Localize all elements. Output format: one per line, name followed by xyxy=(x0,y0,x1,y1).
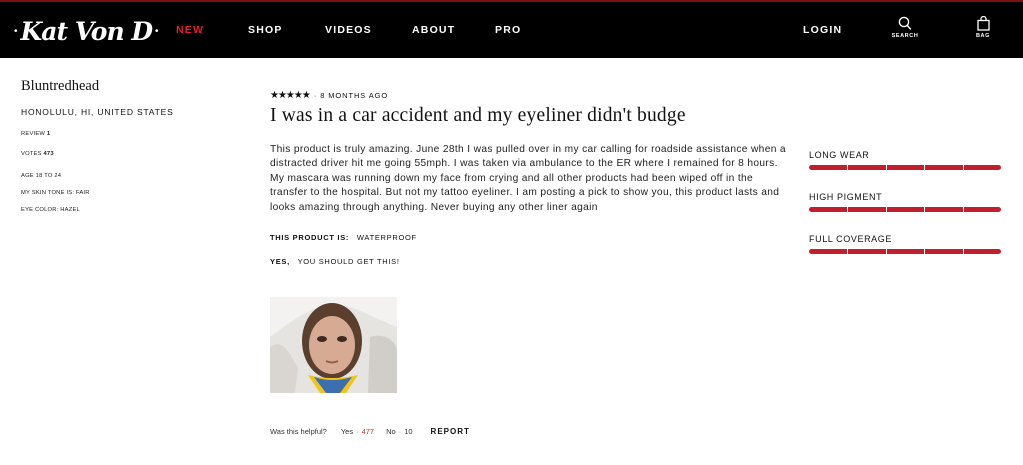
reviewer-skin-tone: MY SKIN TONE IS: FAIR xyxy=(21,190,90,196)
votes-count-value: 473 xyxy=(43,151,54,157)
nav-shop[interactable]: SHOP xyxy=(248,24,283,36)
review: ★★★★★ · 8 MONTHS AGO I was in a car acci… xyxy=(270,90,790,393)
nav-videos[interactable]: VIDEOS xyxy=(325,24,372,36)
bar-segment-divider xyxy=(924,165,926,170)
search-icon xyxy=(898,16,912,30)
bar-segment-divider xyxy=(847,207,849,212)
bar-segment-divider xyxy=(885,165,887,170)
reviewer-name: Bluntredhead xyxy=(21,78,100,94)
logo-text: Kat Von D xyxy=(20,16,154,46)
logo-ornament-left: • xyxy=(14,25,18,37)
helpful-no-button[interactable]: No · 10 xyxy=(386,427,412,436)
recommendation: YES, YOU SHOULD GET THIS! xyxy=(270,257,790,266)
top-nav: • Kat Von D • NEW SHOP VIDEOS ABOUT PRO … xyxy=(0,0,1023,58)
nav-about[interactable]: ABOUT xyxy=(412,24,455,36)
nav-pro[interactable]: PRO xyxy=(495,24,521,36)
rating-label: LONG WEAR xyxy=(809,150,870,160)
search-button[interactable]: SEARCH xyxy=(888,16,922,39)
nav-new[interactable]: NEW xyxy=(176,24,204,36)
recommend-text: YOU SHOULD GET THIS! xyxy=(297,257,400,267)
helpful-bar: Was this helpful? Yes · 477 No · 10 REPORT xyxy=(270,427,470,436)
nav-login[interactable]: LOGIN xyxy=(803,24,842,36)
votes-count: VOTES 473 xyxy=(21,151,221,157)
star-rating: ★★★★★ xyxy=(270,90,311,101)
bar-segment-divider xyxy=(962,165,964,170)
votes-count-label: VOTES xyxy=(21,151,42,157)
review-photo-image xyxy=(270,297,397,393)
brand-logo[interactable]: • Kat Von D • xyxy=(11,14,162,48)
review-body: This product is truly amazing. June 28th… xyxy=(270,144,786,213)
recommend-yes: YES, xyxy=(270,257,290,267)
attribute-value: WATERPROOF xyxy=(356,233,417,243)
rating-full-coverage: FULL COVERAGE xyxy=(809,234,1001,254)
helpful-yes-button[interactable]: Yes · 477 xyxy=(341,427,374,436)
product-attribute: THIS PRODUCT IS: WATERPROOF xyxy=(270,233,790,242)
review-title: I was in a car accident and my eyeliner … xyxy=(270,105,686,126)
rating-label: HIGH PIGMENT xyxy=(809,192,883,202)
bag-caption: BAG xyxy=(975,33,991,39)
review-count: REVIEW 1 xyxy=(21,131,221,137)
bar-segment-divider xyxy=(962,207,964,212)
bar-segment-divider xyxy=(962,249,964,254)
review-time: · 8 MONTHS AGO xyxy=(313,91,389,100)
reviewer-eye-color: EYE COLOR: HAZEL xyxy=(21,207,80,213)
rating-label: FULL COVERAGE xyxy=(809,234,892,244)
reviewer-location: HONOLULU, HI, UNITED STATES xyxy=(21,107,174,117)
bar-segment-divider xyxy=(847,249,849,254)
bar-segment-divider xyxy=(885,249,887,254)
helpful-no-label: No xyxy=(386,427,396,436)
helpful-no-count: 10 xyxy=(404,427,413,436)
separator: · xyxy=(356,427,359,436)
rating-bars: LONG WEAR HIGH PIGMENT FULL COVERAGE xyxy=(809,150,1001,276)
bag-icon xyxy=(976,16,990,31)
separator: · xyxy=(398,427,402,436)
review-meta: ★★★★★ · 8 MONTHS AGO xyxy=(270,90,790,101)
bar-segment-divider xyxy=(847,165,849,170)
bar-segment-divider xyxy=(885,207,887,212)
report-button[interactable]: REPORT xyxy=(431,427,470,436)
rating-high-pigment: HIGH PIGMENT xyxy=(809,192,1001,212)
rating-bar xyxy=(809,207,1001,212)
bar-segment-divider xyxy=(924,207,926,212)
rating-long-wear: LONG WEAR xyxy=(809,150,1001,170)
helpful-question: Was this helpful? xyxy=(270,427,327,436)
review-photo[interactable] xyxy=(270,297,397,393)
helpful-yes-count: 477 xyxy=(361,427,375,436)
reviewer-age: AGE 18 TO 24 xyxy=(21,173,62,179)
rating-bar xyxy=(809,249,1001,254)
review-count-value: 1 xyxy=(46,131,51,137)
review-count-label: REVIEW xyxy=(21,131,46,137)
bar-segment-divider xyxy=(924,249,926,254)
attribute-label: THIS PRODUCT IS: xyxy=(270,233,350,243)
rating-bar xyxy=(809,165,1001,170)
search-caption: SEARCH xyxy=(891,33,919,39)
logo-ornament-right: • xyxy=(155,25,159,37)
helpful-yes-label: Yes xyxy=(340,427,354,436)
reviewer-profile: Bluntredhead HONOLULU, HI, UNITED STATES… xyxy=(21,78,221,213)
bag-button[interactable]: BAG xyxy=(966,16,1000,39)
